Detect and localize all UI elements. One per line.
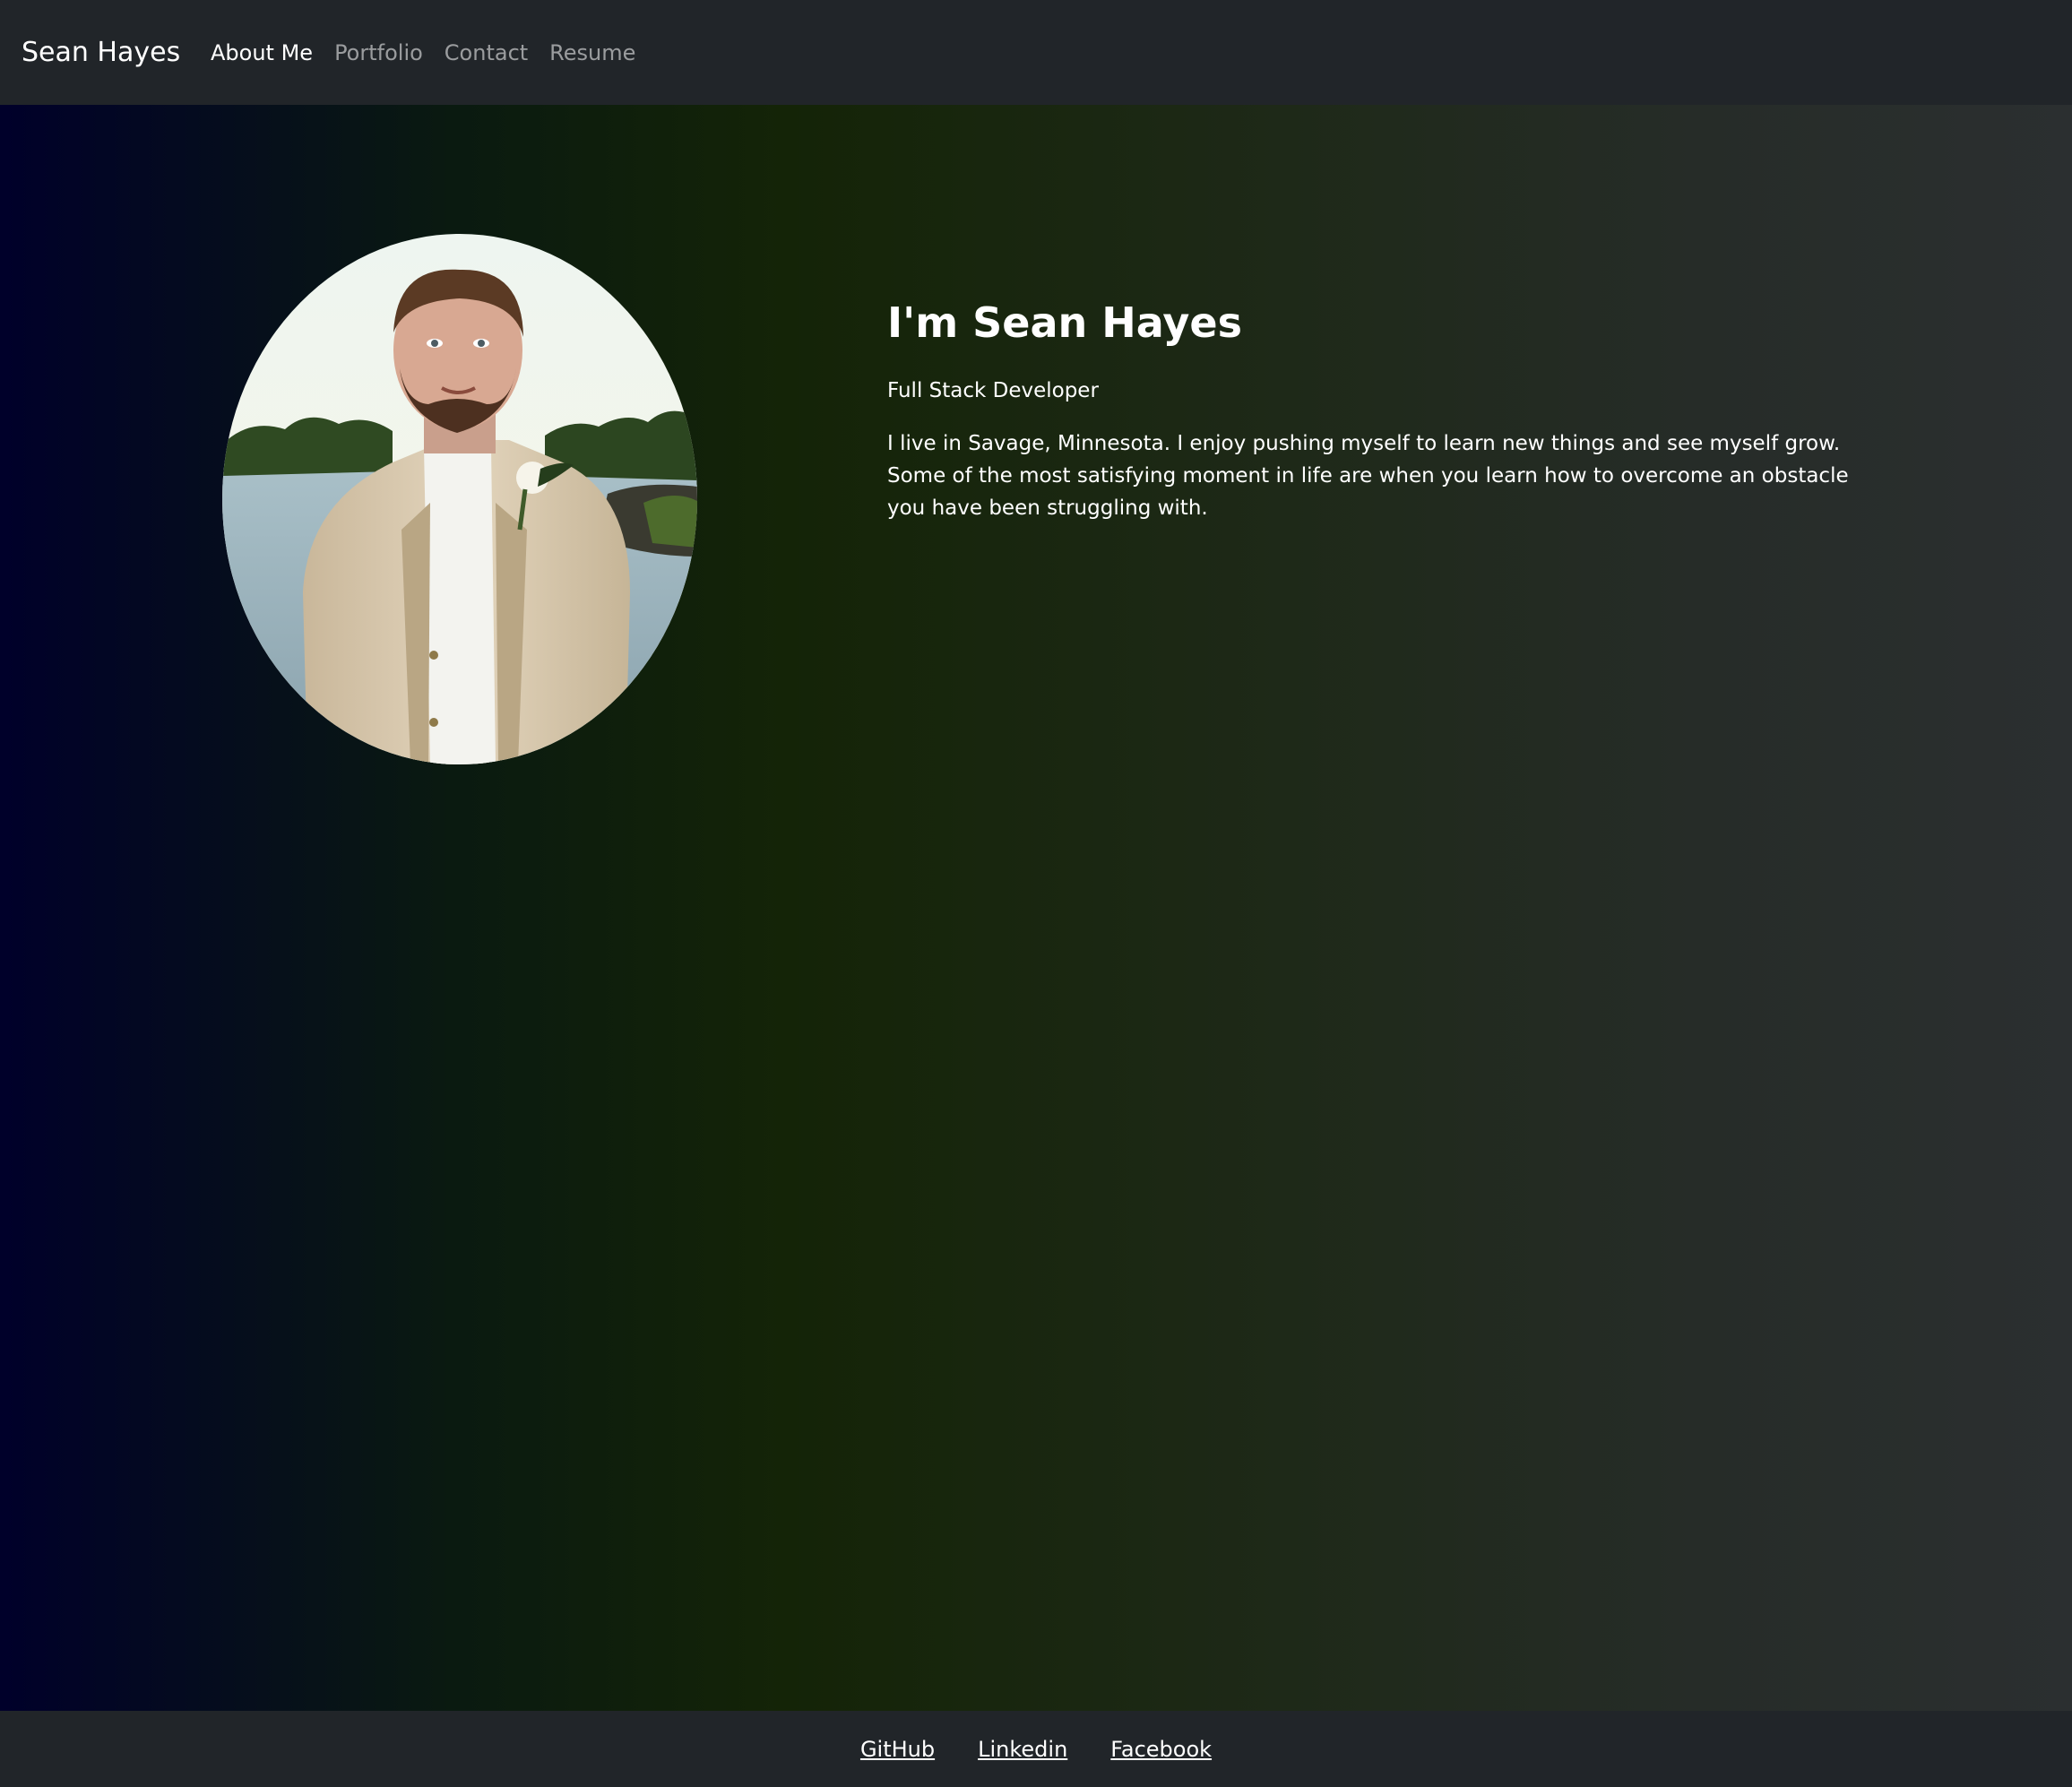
footer: GitHub Linkedin Facebook	[0, 1711, 2072, 1787]
nav-item-about-me[interactable]: About Me	[211, 40, 313, 65]
nav-links: About Me Portfolio Contact Resume	[211, 0, 635, 105]
about-section: I'm Sean Hayes Full Stack Developer I li…	[0, 105, 2072, 1711]
navbar: Sean Hayes About Me Portfolio Contact Re…	[0, 0, 2072, 105]
nav-item-contact[interactable]: Contact	[445, 40, 528, 65]
page-title: I'm Sean Hayes	[887, 298, 1242, 347]
facebook-link[interactable]: Facebook	[1110, 1737, 1212, 1762]
github-link[interactable]: GitHub	[860, 1737, 935, 1762]
nav-item-resume[interactable]: Resume	[549, 40, 635, 65]
brand-link[interactable]: Sean Hayes	[22, 0, 180, 105]
about-text: I live in Savage, Minnesota. I enjoy pus…	[887, 432, 1849, 520]
linkedin-link[interactable]: Linkedin	[978, 1737, 1067, 1762]
job-title: Full Stack Developer	[887, 379, 1099, 402]
profile-photo	[222, 234, 697, 764]
nav-item-portfolio[interactable]: Portfolio	[334, 40, 423, 65]
bio: I'm Sean Hayes Full Stack Developer I li…	[887, 298, 1855, 524]
